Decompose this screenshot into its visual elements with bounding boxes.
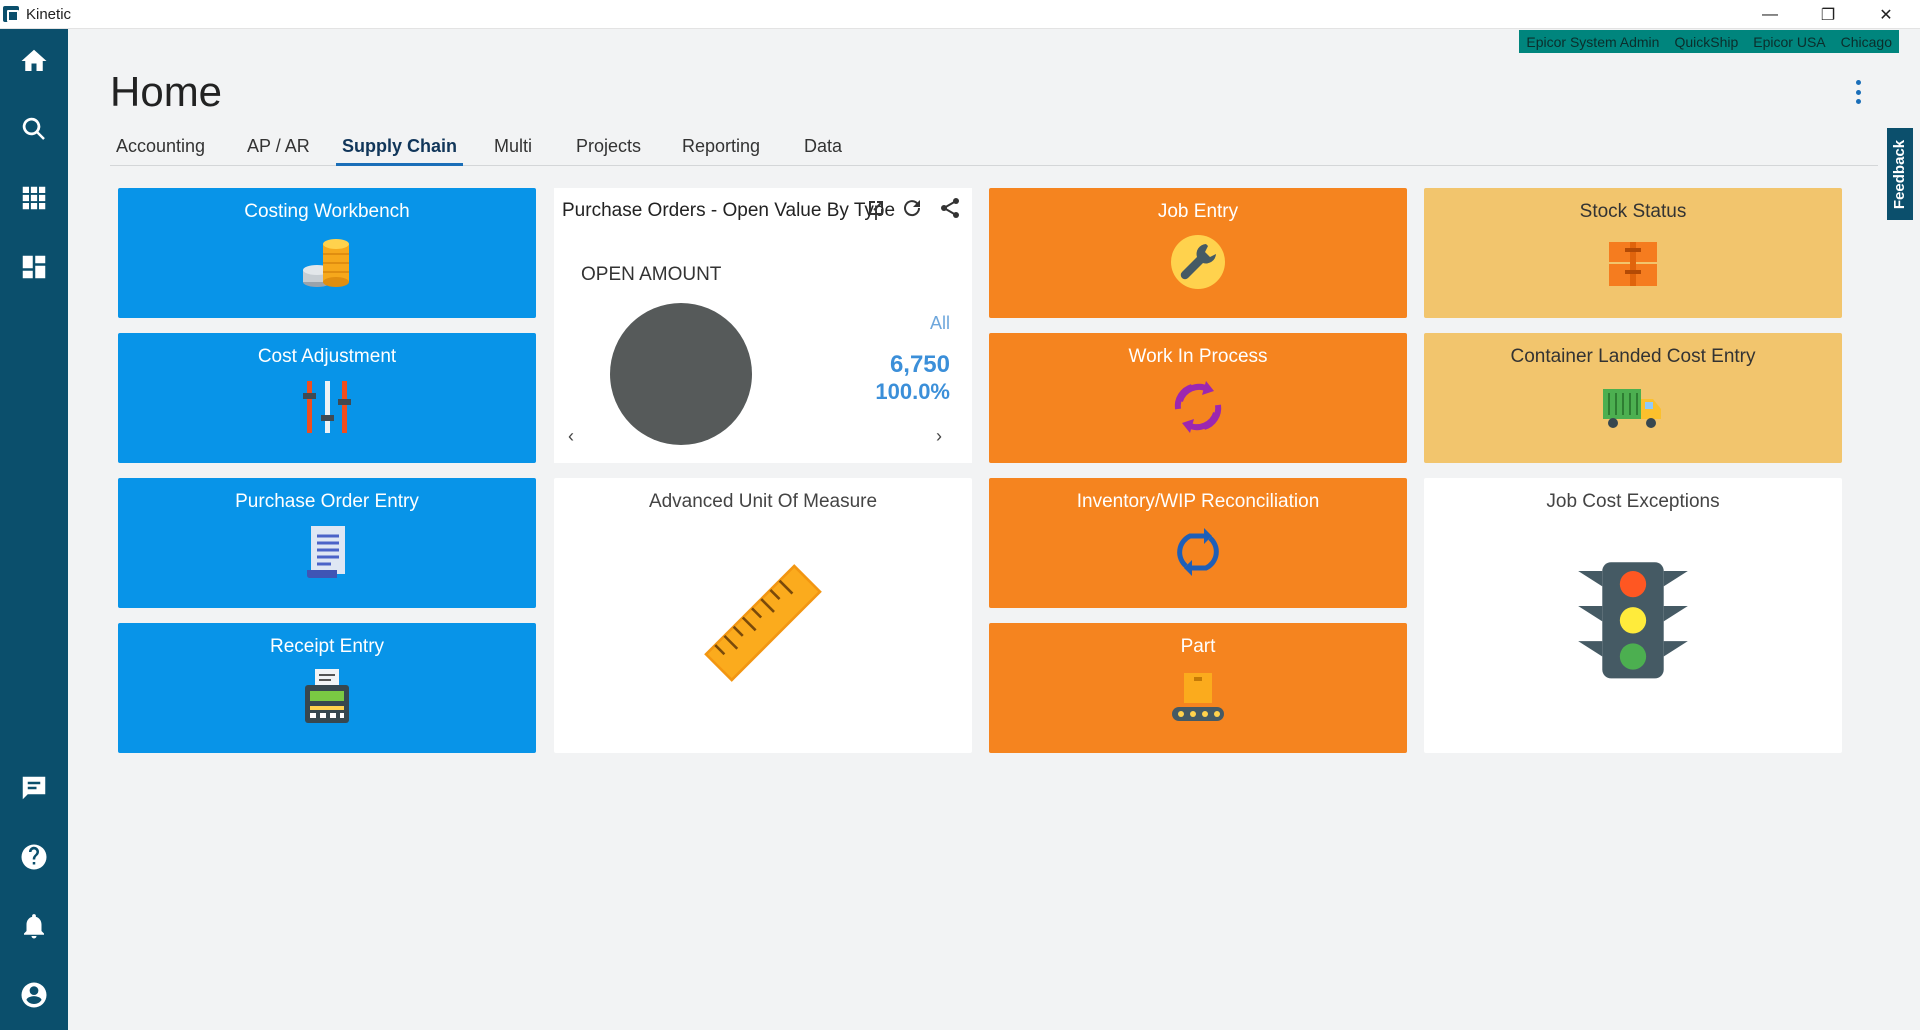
- tile-title: Purchase Order Entry: [235, 491, 419, 512]
- dashboard-icon: [22, 255, 46, 279]
- tile-title: Inventory/WIP Reconciliation: [1076, 491, 1320, 512]
- feedback-label: Feedback: [1891, 139, 1909, 209]
- apps-button[interactable]: [0, 170, 68, 226]
- kebab-dot: [1855, 99, 1861, 104]
- coins-stack-icon: [303, 239, 349, 287]
- close-button[interactable]: ✕: [1857, 0, 1915, 29]
- open-external-button[interactable]: [864, 196, 888, 220]
- tile-title: Container Landed Cost Entry: [1510, 346, 1756, 367]
- user-account-icon: [21, 982, 47, 1008]
- dashboard-button[interactable]: [0, 239, 68, 295]
- ruler-icon: [704, 564, 822, 682]
- notifications-button[interactable]: [0, 898, 68, 954]
- app-name: Kinetic: [26, 6, 72, 23]
- window-titlebar: Kinetic — ❐ ✕: [0, 0, 1920, 29]
- tab-supply-chain[interactable]: Supply Chain: [336, 130, 464, 166]
- pie-chart: [610, 303, 752, 445]
- kebab-dot: [1855, 80, 1861, 85]
- refresh-icon: [904, 200, 921, 217]
- total-percent: 100.0%: [875, 379, 950, 404]
- user-name: Epicor System Admin: [1526, 33, 1660, 50]
- sliders-icon: [303, 381, 351, 433]
- share-icon: [941, 198, 959, 218]
- search-button[interactable]: [0, 101, 68, 157]
- tile-purchase-order-entry[interactable]: Purchase Order Entry: [118, 478, 536, 608]
- open-external-icon: [869, 201, 883, 215]
- tile-inventory-wip-reconciliation[interactable]: Inventory/WIP Reconciliation: [989, 478, 1407, 608]
- chat-icon: [22, 776, 46, 800]
- tile-receipt-entry[interactable]: Receipt Entry: [118, 623, 536, 753]
- tile-job-cost-exceptions[interactable]: Job Cost Exceptions: [1424, 478, 1842, 753]
- left-nav: [0, 29, 68, 1030]
- traffic-light-icon: [1578, 562, 1688, 679]
- tile-stock-status[interactable]: Stock Status: [1424, 188, 1842, 318]
- tab-accounting[interactable]: Accounting: [110, 130, 211, 166]
- sync-arrows-icon: [1177, 528, 1219, 576]
- restore-button[interactable]: ❐: [1799, 0, 1857, 29]
- chart-prev-button[interactable]: ‹: [568, 426, 574, 447]
- tile-advanced-unit-of-measure[interactable]: Advanced Unit Of Measure: [554, 478, 972, 753]
- tab-multi[interactable]: Multi: [488, 130, 538, 166]
- tile-title: Advanced Unit Of Measure: [648, 491, 878, 512]
- help-icon: [21, 844, 47, 870]
- kinetic-logo-icon: [3, 6, 19, 22]
- tile-title: Job Cost Exceptions: [1546, 491, 1720, 512]
- feedback-button[interactable]: Feedback: [1887, 128, 1913, 220]
- tile-title: Job Entry: [1157, 201, 1239, 222]
- region-name: Epicor USA: [1753, 33, 1826, 50]
- refresh-button[interactable]: [900, 196, 924, 220]
- total-value: 6,750: [889, 351, 950, 378]
- process-cycle-icon: [1174, 381, 1222, 433]
- tab-ap-ar[interactable]: AP / AR: [241, 130, 316, 166]
- purchase-orders-widget: Purchase Orders - Open Value By Type OPE…: [554, 188, 972, 463]
- minimize-button[interactable]: —: [1741, 0, 1799, 29]
- chart-subtitle: OPEN AMOUNT: [581, 264, 722, 285]
- widget-title: Purchase Orders - Open Value By Type: [562, 200, 896, 221]
- home-icon: [21, 49, 47, 71]
- tile-part[interactable]: Part: [989, 623, 1407, 753]
- slice-filter-label[interactable]: All: [930, 313, 950, 334]
- site-name: Chicago: [1840, 33, 1892, 50]
- tile-costing-workbench[interactable]: Costing Workbench: [118, 188, 536, 318]
- user-context-bar[interactable]: Epicor System Admin QuickShip Epicor USA…: [1519, 30, 1899, 53]
- tile-title: Receipt Entry: [269, 636, 385, 657]
- tile-work-in-process[interactable]: Work In Process: [989, 333, 1407, 463]
- bell-icon: [24, 914, 44, 939]
- company-name: QuickShip: [1674, 33, 1739, 50]
- tab-reporting[interactable]: Reporting: [676, 130, 766, 166]
- tile-title: Work In Process: [1128, 346, 1268, 367]
- share-button[interactable]: [938, 196, 962, 220]
- tile-cost-adjustment[interactable]: Cost Adjustment: [118, 333, 536, 463]
- tile-title: Cost Adjustment: [257, 346, 397, 367]
- help-button[interactable]: [0, 829, 68, 885]
- profile-button[interactable]: [0, 967, 68, 1023]
- more-options-button[interactable]: [1852, 80, 1864, 104]
- cash-register-icon: [305, 669, 349, 723]
- home-tabs: Accounting AP / AR Supply Chain Multi Pr…: [110, 130, 1878, 166]
- tab-projects[interactable]: Projects: [570, 130, 647, 166]
- box-on-conveyor-icon: [1172, 673, 1224, 721]
- tile-job-entry[interactable]: Job Entry: [989, 188, 1407, 318]
- delivery-truck-icon: [1603, 389, 1661, 428]
- tile-title: Costing Workbench: [244, 201, 410, 222]
- stock-boxes-icon: [1609, 242, 1657, 286]
- pie-slice[interactable]: [610, 303, 752, 445]
- home-button[interactable]: [0, 33, 68, 89]
- tile-container-landed-cost-entry[interactable]: Container Landed Cost Entry: [1424, 333, 1842, 463]
- apps-grid-icon: [22, 186, 46, 210]
- kebab-dot: [1855, 89, 1861, 95]
- messages-button[interactable]: [0, 760, 68, 816]
- chart-next-button[interactable]: ›: [936, 426, 942, 447]
- tab-data[interactable]: Data: [798, 130, 848, 166]
- tile-title: Stock Status: [1579, 201, 1687, 222]
- wrench-icon: [1171, 235, 1225, 289]
- tile-title: Part: [1180, 636, 1216, 657]
- document-scroll-icon: [306, 526, 345, 578]
- search-icon: [22, 117, 45, 140]
- page-title: Home: [110, 68, 223, 115]
